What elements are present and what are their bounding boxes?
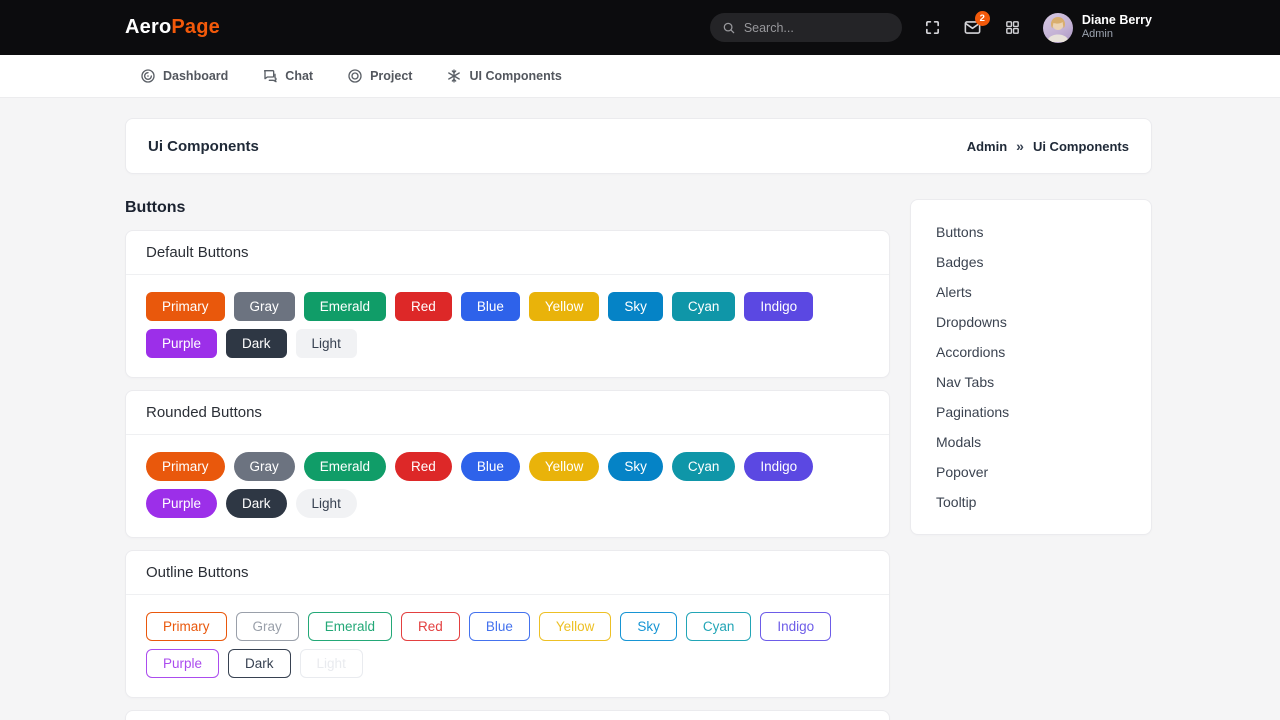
chat-icon [262,68,278,84]
outline-button-emerald[interactable]: Emerald [308,612,392,641]
rounded-button-primary[interactable]: Primary [146,452,225,481]
sidebar-item-modals[interactable]: Modals [911,427,1151,457]
rounded-button-emerald[interactable]: Emerald [304,452,386,481]
search-icon [722,21,736,35]
outline-buttons-card: Outline Buttons Primary Gray Emerald Red Blu… [125,550,890,698]
outline-buttons-group: Primary Gray Emerald Red Blue Yellow Sky Cyan In… [126,595,889,697]
default-button-dark[interactable]: Dark [226,329,287,358]
fullscreen-icon [924,19,941,36]
outline-button-primary[interactable]: Primary [146,612,227,641]
next-card-partial [125,710,890,720]
outline-button-purple[interactable]: Purple [146,649,219,678]
search-bar[interactable] [710,13,902,42]
sidebar-item-buttons[interactable]: Buttons [911,217,1151,247]
main-column: Buttons Default Buttons Primary Gray Emera… [125,199,890,720]
breadcrumb-current: Ui Components [1033,139,1129,154]
default-button-emerald[interactable]: Emerald [304,292,386,321]
default-button-light[interactable]: Light [296,329,357,358]
default-button-indigo[interactable]: Indigo [744,292,813,321]
page-content: Ui Components Admin » Ui Components Butt… [0,98,1280,720]
user-name: Diane Berry [1082,13,1152,29]
sidebar-item-popover[interactable]: Popover [911,457,1151,487]
nav-item-chat[interactable]: Chat [262,68,313,84]
avatar [1043,13,1073,43]
default-button-sky[interactable]: Sky [608,292,663,321]
dashboard-icon [140,68,156,84]
breadcrumb-separator-icon: » [1016,138,1024,154]
rounded-button-dark[interactable]: Dark [226,489,287,518]
outline-button-light[interactable]: Light [300,649,363,678]
logo-text-aero: Aero [125,16,171,38]
rounded-button-sky[interactable]: Sky [608,452,663,481]
rounded-button-cyan[interactable]: Cyan [672,452,736,481]
user-role: Admin [1082,28,1152,42]
outline-button-red[interactable]: Red [401,612,460,641]
sidebar-item-paginations[interactable]: Paginations [911,397,1151,427]
sidebar-item-alerts[interactable]: Alerts [911,277,1151,307]
rounded-button-indigo[interactable]: Indigo [744,452,813,481]
outline-button-sky[interactable]: Sky [620,612,677,641]
sidebar-item-dropdowns[interactable]: Dropdowns [911,307,1151,337]
rounded-button-light[interactable]: Light [296,489,357,518]
rounded-button-purple[interactable]: Purple [146,489,217,518]
sidebar-item-accordions[interactable]: Accordions [911,337,1151,367]
search-input[interactable] [744,21,890,35]
app-header: AeroPage 2 [0,0,1280,55]
messages-count-badge: 2 [975,11,990,26]
breadcrumb-root[interactable]: Admin [967,139,1007,154]
nav-label: UI Components [469,69,561,83]
nav-label: Project [370,69,412,83]
apps-grid-button[interactable] [1004,19,1021,36]
user-menu[interactable]: Diane Berry Admin [1043,13,1152,43]
default-button-purple[interactable]: Purple [146,329,217,358]
outline-button-indigo[interactable]: Indigo [760,612,831,641]
nav-label: Dashboard [163,69,228,83]
default-button-primary[interactable]: Primary [146,292,225,321]
card-title: Outline Buttons [126,551,889,595]
rounded-button-red[interactable]: Red [395,452,452,481]
sidebar-item-tooltip[interactable]: Tooltip [911,487,1151,517]
default-button-cyan[interactable]: Cyan [672,292,736,321]
breadcrumb: Admin » Ui Components [967,138,1129,154]
sidebar-item-badges[interactable]: Badges [911,247,1151,277]
default-buttons-group: Primary Gray Emerald Red Blue Yellow Sky Cyan In… [126,275,889,377]
card-title: Default Buttons [126,231,889,275]
default-button-red[interactable]: Red [395,292,452,321]
outline-button-gray[interactable]: Gray [236,612,299,641]
outline-button-dark[interactable]: Dark [228,649,291,678]
logo-text-page: Page [171,16,220,38]
sidebar-item-nav-tabs[interactable]: Nav Tabs [911,367,1151,397]
rounded-button-yellow[interactable]: Yellow [529,452,600,481]
default-button-yellow[interactable]: Yellow [529,292,600,321]
project-icon [347,68,363,84]
default-buttons-card: Default Buttons Primary Gray Emerald Red Blu… [125,230,890,378]
nav-item-ui-components[interactable]: UI Components [446,68,561,84]
page-title: Ui Components [148,138,259,155]
outline-button-blue[interactable]: Blue [469,612,530,641]
user-meta: Diane Berry Admin [1082,13,1152,42]
nav-item-project[interactable]: Project [347,68,412,84]
nav-item-dashboard[interactable]: Dashboard [140,68,228,84]
outline-button-yellow[interactable]: Yellow [539,612,612,641]
card-title: Rounded Buttons [126,391,889,435]
messages-button[interactable]: 2 [963,18,982,37]
fullscreen-button[interactable] [924,19,941,36]
app-logo[interactable]: AeroPage [125,16,220,39]
rounded-button-blue[interactable]: Blue [461,452,520,481]
default-button-blue[interactable]: Blue [461,292,520,321]
snowflake-icon [446,68,462,84]
rounded-buttons-group: Primary Gray Emerald Red Blue Yellow Sky Cyan In… [126,435,889,537]
rounded-button-gray[interactable]: Gray [234,452,295,481]
nav-label: Chat [285,69,313,83]
page-header-card: Ui Components Admin » Ui Components [125,118,1152,174]
outline-button-cyan[interactable]: Cyan [686,612,752,641]
components-sidebar: ButtonsBadgesAlertsDropdownsAccordionsNa… [910,199,1152,535]
section-title-buttons: Buttons [125,199,890,217]
default-button-gray[interactable]: Gray [234,292,295,321]
rounded-buttons-card: Rounded Buttons Primary Gray Emerald Red Blu… [125,390,890,538]
header-icon-group: 2 [924,18,1021,37]
grid-icon [1004,19,1021,36]
main-navbar: Dashboard Chat Project UI Components [0,55,1280,98]
